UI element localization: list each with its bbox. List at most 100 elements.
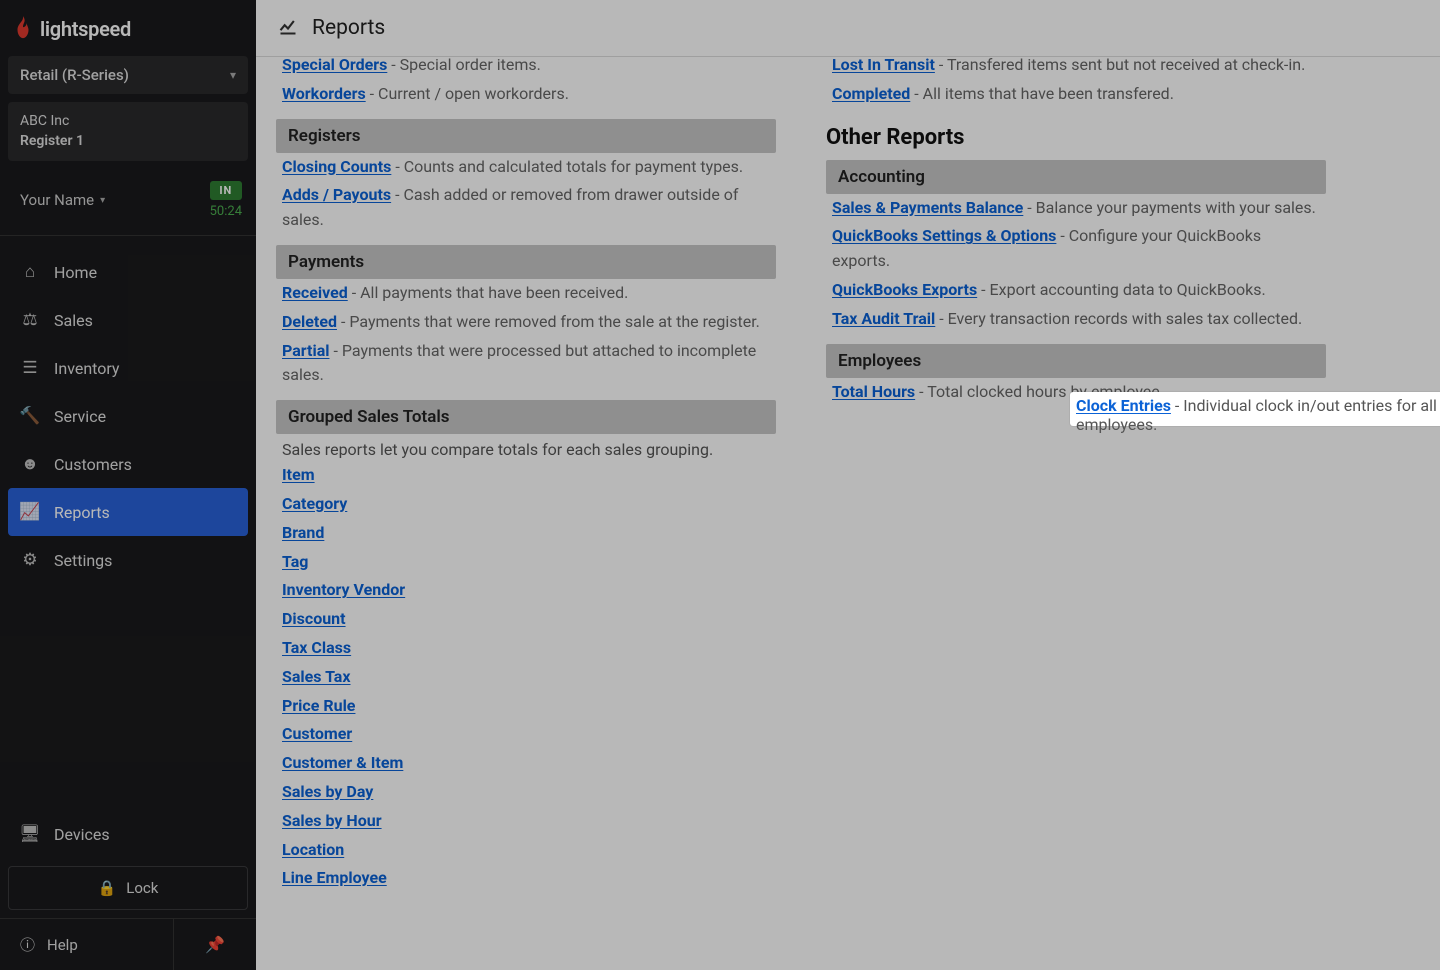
nav-inventory[interactable]: ☰Inventory xyxy=(0,344,256,392)
link-completed[interactable]: Completed xyxy=(832,84,910,103)
help-icon: ⓘ xyxy=(20,934,35,955)
main-nav: ⌂Home ⚖Sales ☰Inventory 🔨Service ☻Custom… xyxy=(0,236,256,810)
report-price-rule: Price Rule xyxy=(276,692,776,721)
link-brand[interactable]: Brand xyxy=(282,523,324,542)
link-qb-settings[interactable]: QuickBooks Settings & Options xyxy=(832,226,1056,245)
link-inventory-vendor[interactable]: Inventory Vendor xyxy=(282,580,405,599)
link-line-employee[interactable]: Line Employee xyxy=(282,868,387,887)
user-menu[interactable]: Your Name ▾ xyxy=(20,191,105,209)
gear-icon: ⚙ xyxy=(20,550,40,570)
report-sales-by-day: Sales by Day xyxy=(276,778,776,807)
link-received[interactable]: Received xyxy=(282,283,348,302)
report-lost-in-transit: Lost In Transit - Transfered items sent … xyxy=(826,57,1326,80)
report-discount: Discount xyxy=(276,605,776,634)
report-customer: Customer xyxy=(276,720,776,749)
pin-icon: 📌 xyxy=(205,935,225,954)
chevron-down-icon: ▾ xyxy=(230,68,236,82)
link-tax-class[interactable]: Tax Class xyxy=(282,638,351,657)
nav-customers[interactable]: ☻Customers xyxy=(0,440,256,488)
brand-text: lightspeed xyxy=(40,17,131,41)
home-icon: ⌂ xyxy=(20,262,40,282)
drawer-icon: ☰ xyxy=(20,358,40,378)
nav-service[interactable]: 🔨Service xyxy=(0,392,256,440)
help-button[interactable]: ⓘHelp xyxy=(0,919,174,970)
report-qb-exports: QuickBooks Exports - Export accounting d… xyxy=(826,276,1326,305)
clock-status[interactable]: IN 50:24 xyxy=(210,181,242,219)
link-sales-by-hour[interactable]: Sales by Hour xyxy=(282,811,382,830)
user-icon: ☻ xyxy=(20,454,40,474)
footer-bar: ⓘHelp 📌 xyxy=(0,918,256,970)
report-location: Location xyxy=(276,836,776,865)
nav-home[interactable]: ⌂Home xyxy=(0,248,256,296)
link-sales-by-day[interactable]: Sales by Day xyxy=(282,782,373,801)
band-accounting: Accounting xyxy=(826,160,1326,194)
link-closing-counts[interactable]: Closing Counts xyxy=(282,157,391,176)
report-inventory-vendor: Inventory Vendor xyxy=(276,576,776,605)
nav-devices[interactable]: 🖥Devices xyxy=(0,810,256,858)
link-deleted[interactable]: Deleted xyxy=(282,312,337,331)
chart-line-icon xyxy=(278,16,298,40)
register-name: Register 1 xyxy=(20,132,236,152)
link-partial[interactable]: Partial xyxy=(282,341,329,360)
company-name: ABC Inc xyxy=(20,112,236,132)
nav-sales[interactable]: ⚖Sales xyxy=(0,296,256,344)
link-item[interactable]: Item xyxy=(282,465,315,484)
content: Special Orders - Special order items. Wo… xyxy=(256,57,1440,967)
report-sp-balance: Sales & Payments Balance - Balance your … xyxy=(826,194,1326,223)
report-sales-by-hour: Sales by Hour xyxy=(276,807,776,836)
link-qb-exports[interactable]: QuickBooks Exports xyxy=(832,280,977,299)
report-received: Received - All payments that have been r… xyxy=(276,279,776,308)
link-customer-item[interactable]: Customer & Item xyxy=(282,753,403,772)
report-deleted: Deleted - Payments that were removed fro… xyxy=(276,308,776,337)
logo: lightspeed xyxy=(0,0,256,56)
nav-settings[interactable]: ⚙Settings xyxy=(0,536,256,584)
band-employees: Employees xyxy=(826,344,1326,378)
report-customer-item: Customer & Item xyxy=(276,749,776,778)
hammer-icon: 🔨 xyxy=(20,406,40,426)
link-tag[interactable]: Tag xyxy=(282,552,308,571)
band-grouped: Grouped Sales Totals xyxy=(276,400,776,434)
report-tax-audit: Tax Audit Trail - Every transaction reco… xyxy=(826,305,1326,334)
pin-button[interactable]: 📌 xyxy=(174,919,256,970)
clock-timer: 50:24 xyxy=(210,204,242,219)
band-payments: Payments xyxy=(276,245,776,279)
band-registers: Registers xyxy=(276,119,776,153)
link-location[interactable]: Location xyxy=(282,840,344,859)
link-special-orders[interactable]: Special Orders xyxy=(282,57,387,74)
main: Reports Special Orders - Special order i… xyxy=(256,0,1440,970)
other-reports-title: Other Reports xyxy=(826,125,1326,150)
nav-reports[interactable]: 📈Reports xyxy=(8,488,248,536)
link-lost-in-transit[interactable]: Lost In Transit xyxy=(832,57,935,74)
left-column: Special Orders - Special order items. Wo… xyxy=(276,57,776,947)
grouped-intro: Sales reports let you compare totals for… xyxy=(276,434,776,461)
company-register-box[interactable]: ABC Inc Register 1 xyxy=(8,102,248,161)
link-workorders[interactable]: Workorders xyxy=(282,84,366,103)
link-tax-audit[interactable]: Tax Audit Trail xyxy=(832,309,935,328)
report-sales-tax: Sales Tax xyxy=(276,663,776,692)
link-sp-balance[interactable]: Sales & Payments Balance xyxy=(832,198,1023,217)
link-adds-payouts[interactable]: Adds / Payouts xyxy=(282,185,391,204)
lock-button[interactable]: 🔒Lock xyxy=(8,866,248,910)
flame-icon xyxy=(12,16,34,42)
report-workorders: Workorders - Current / open workorders. xyxy=(276,80,776,109)
scale-icon: ⚖ xyxy=(20,310,40,330)
link-total-hours[interactable]: Total Hours xyxy=(832,382,915,401)
link-customer[interactable]: Customer xyxy=(282,724,352,743)
lock-icon: 🔒 xyxy=(98,879,117,897)
report-line-employee: Line Employee xyxy=(276,864,776,893)
sidebar-bottom: 🖥Devices 🔒Lock ⓘHelp 📌 xyxy=(0,810,256,970)
report-closing-counts: Closing Counts - Counts and calculated t… xyxy=(276,153,776,182)
monitor-icon: 🖥 xyxy=(20,824,40,844)
report-brand: Brand xyxy=(276,519,776,548)
report-special-orders: Special Orders - Special order items. xyxy=(276,57,776,80)
link-discount[interactable]: Discount xyxy=(282,609,346,628)
link-sales-tax[interactable]: Sales Tax xyxy=(282,667,351,686)
link-category[interactable]: Category xyxy=(282,494,347,513)
report-item: Item xyxy=(276,461,776,490)
page-header: Reports xyxy=(256,0,1440,57)
report-tag: Tag xyxy=(276,548,776,577)
chart-icon: 📈 xyxy=(20,502,40,522)
link-price-rule[interactable]: Price Rule xyxy=(282,696,355,715)
user-name-label: Your Name xyxy=(20,191,94,209)
series-selector[interactable]: Retail (R-Series) ▾ xyxy=(8,56,248,94)
